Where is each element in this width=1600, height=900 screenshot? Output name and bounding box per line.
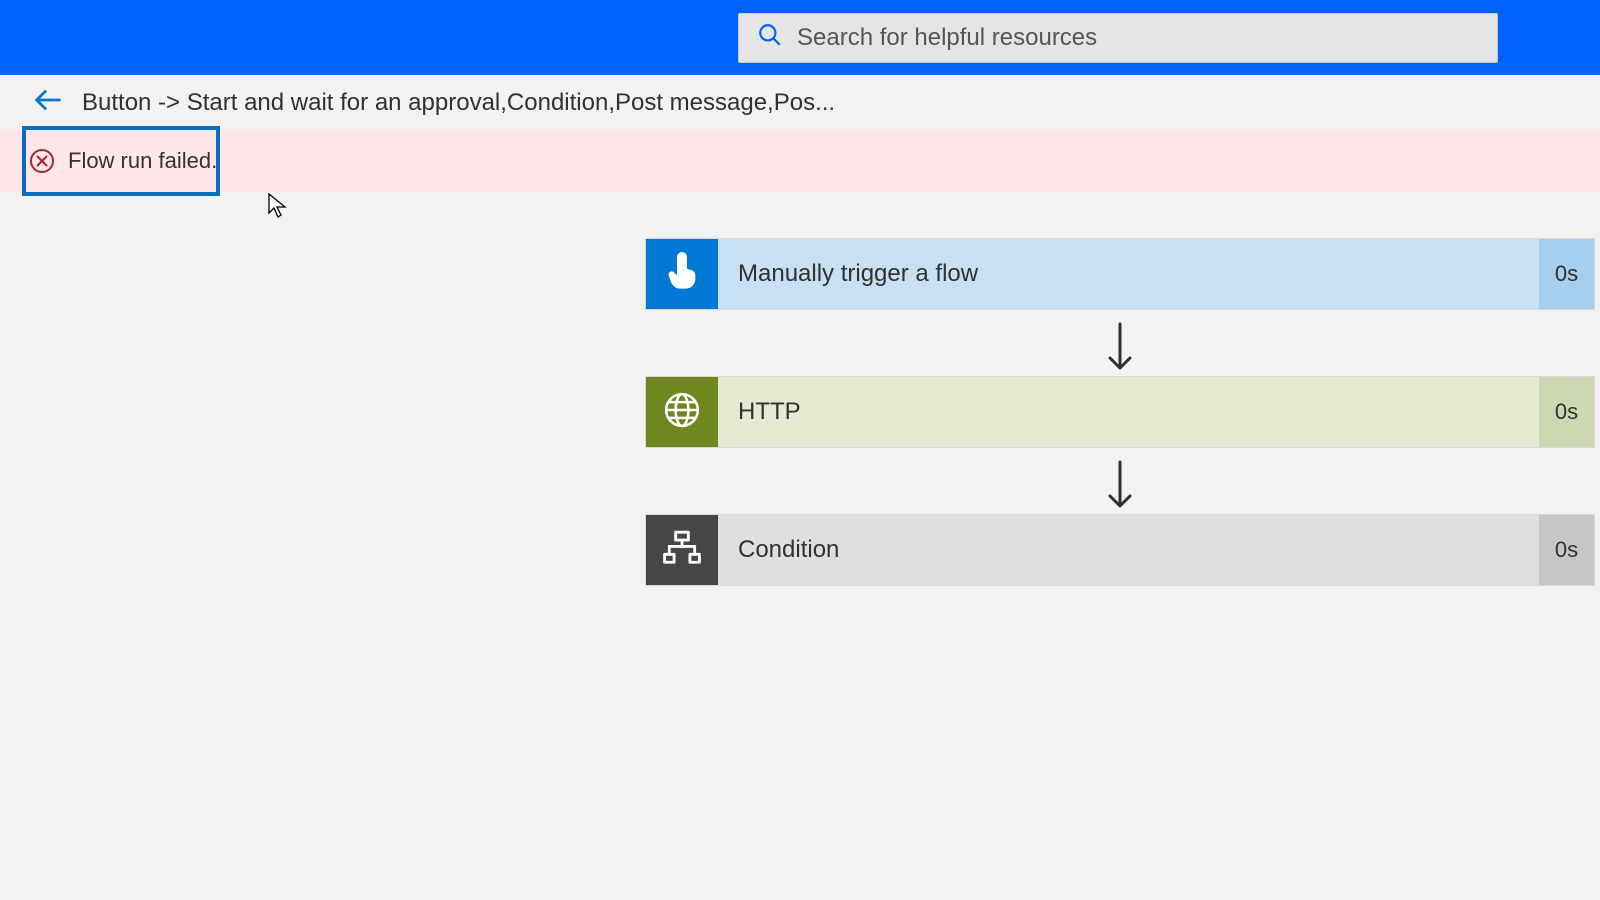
flow-step-condition[interactable]: Condition 0s: [645, 514, 1595, 586]
connector-arrow: [645, 448, 1595, 514]
flow-step-duration: 0s: [1539, 515, 1594, 585]
arrow-left-icon: [31, 83, 65, 122]
flow-step-label: Manually trigger a flow: [718, 239, 1539, 309]
connector-arrow: [645, 310, 1595, 376]
globe-icon: [663, 391, 701, 434]
flow-step-trigger[interactable]: Manually trigger a flow 0s: [645, 238, 1595, 310]
error-banner: Flow run failed.: [0, 130, 1600, 192]
http-icon-box: [646, 377, 718, 447]
back-button[interactable]: [30, 85, 66, 121]
touch-icon: [662, 252, 702, 297]
error-message: Flow run failed.: [68, 148, 217, 174]
search-box[interactable]: [738, 13, 1498, 63]
condition-icon: [663, 529, 701, 572]
top-bar: [0, 0, 1600, 75]
flow-canvas: Manually trigger a flow 0s HTTP 0s: [0, 192, 1600, 586]
error-icon: [30, 149, 54, 173]
breadcrumb-title: Button -> Start and wait for an approval…: [82, 89, 835, 117]
flow-step-label: HTTP: [718, 377, 1539, 447]
search-icon: [757, 22, 783, 53]
flow-step-label: Condition: [718, 515, 1539, 585]
trigger-icon-box: [646, 239, 718, 309]
condition-icon-box: [646, 515, 718, 585]
search-input[interactable]: [797, 24, 1479, 52]
flow-step-duration: 0s: [1539, 239, 1594, 309]
breadcrumb-row: Button -> Start and wait for an approval…: [0, 75, 1600, 130]
flow-step-duration: 0s: [1539, 377, 1594, 447]
flow-step-http[interactable]: HTTP 0s: [645, 376, 1595, 448]
